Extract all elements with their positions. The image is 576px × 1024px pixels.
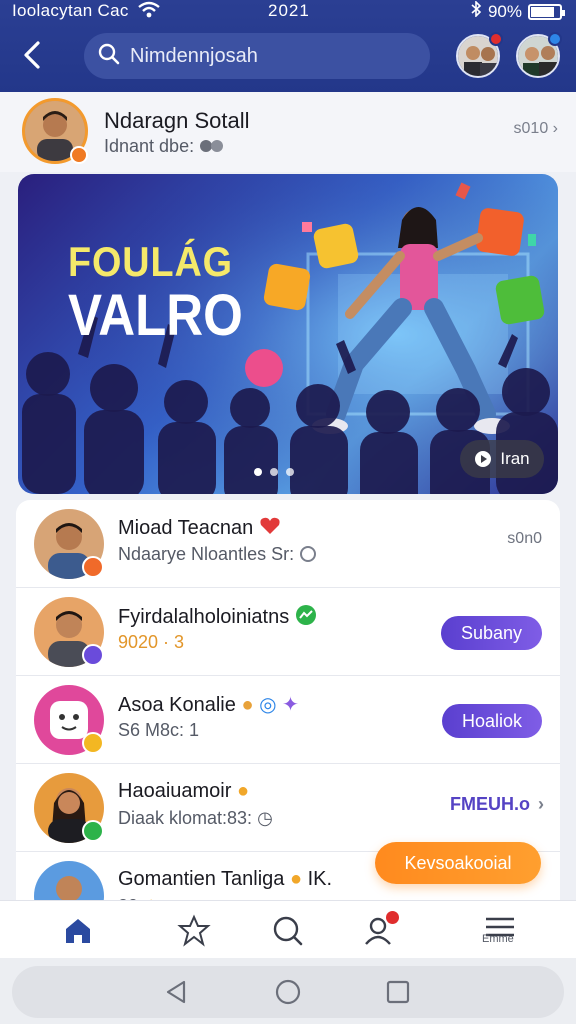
chevron-right-icon: ›	[552, 120, 558, 137]
clock-icon: ◷	[257, 808, 273, 828]
bluetooth-icon	[470, 0, 482, 22]
tab-home[interactable]	[58, 911, 98, 951]
battery-icon	[528, 3, 565, 20]
list-item-name: Asoa Konalie ● ◎ ✦	[118, 694, 299, 716]
list-item-link[interactable]: FMEUH.o ›	[450, 794, 544, 815]
list-item-subtitle: Diaak klomat:83: ◷	[118, 808, 273, 828]
tab-profile[interactable]	[358, 911, 399, 951]
battery-percent: 90%	[487, 1, 522, 21]
notification-badge	[489, 32, 503, 46]
list-item-name: Haoaiuamoir ●	[118, 780, 250, 802]
refresh-icon: ◎	[259, 694, 277, 716]
heart-icon	[260, 517, 280, 534]
notification-badge	[386, 911, 399, 924]
list-item-subtitle: 9020 · 3	[118, 632, 185, 652]
list-item[interactable]: Haoaiuamoir ● Diaak klomat:83: ◷ FMEUH.o…	[16, 764, 560, 852]
floating-action-button[interactable]: Kevsoakooial	[375, 842, 541, 884]
triangle-back-icon	[166, 980, 186, 1004]
follow-button[interactable]: Hoaliok	[441, 704, 542, 738]
subscribe-button[interactable]: Subany	[440, 616, 542, 650]
chevron-right-icon: ›	[538, 794, 544, 814]
emoji-icon: ●	[236, 780, 250, 802]
carousel-dots[interactable]	[254, 468, 294, 476]
profile-name: Ndaragn Sotall	[104, 108, 250, 133]
carrier-label: Ioolacytan Cac	[12, 1, 129, 20]
search-icon	[98, 43, 120, 70]
group-icon	[200, 140, 224, 152]
carousel-dot[interactable]	[270, 468, 278, 476]
online-badge	[548, 32, 562, 46]
play-button-label: Iran	[500, 449, 530, 468]
tab-menu-label: Emme	[482, 933, 514, 945]
status-bar: Ioolacytan Cac 2021 90%	[0, 0, 576, 24]
profile-meta[interactable]: s010 ›	[514, 120, 558, 138]
star-burst-icon	[177, 914, 211, 947]
status-badge	[82, 820, 104, 842]
clock: 2021	[268, 1, 310, 20]
trending-icon	[295, 605, 316, 625]
play-button[interactable]: Iran	[460, 440, 544, 478]
bottom-tab-bar: Emme	[0, 900, 576, 958]
search-input[interactable]	[130, 44, 410, 68]
sparkle-icon: ✦	[282, 694, 299, 716]
list-item-subtitle: S6 M8c: 1	[118, 720, 200, 740]
tab-explore[interactable]	[174, 911, 214, 951]
avatar[interactable]	[34, 861, 104, 900]
system-recents-button[interactable]	[384, 978, 412, 1006]
chat-icon	[300, 546, 317, 562]
carousel-dot[interactable]	[254, 468, 262, 476]
circle-home-icon	[275, 979, 301, 1005]
carousel-dot[interactable]	[286, 468, 294, 476]
wifi-icon	[138, 1, 160, 24]
back-button[interactable]	[18, 38, 48, 72]
search-icon	[273, 916, 303, 946]
profile-status-badge	[70, 146, 88, 164]
tab-search[interactable]	[268, 911, 308, 951]
list-item-name: Gomantien Tanliga ● IK.	[118, 868, 333, 890]
list-item-meta: s0n0	[507, 530, 542, 547]
play-icon	[475, 451, 492, 467]
system-home-button[interactable]	[274, 978, 302, 1006]
list-item[interactable]: Asoa Konalie ● ◎ ✦ S6 M8c: 1 Hoaliok	[16, 676, 560, 764]
list-item-name: Mioad Teacnan	[118, 516, 281, 540]
contact-list: Mioad Teacnan Ndaarye Nloantles Sr: s0n0…	[16, 500, 560, 900]
featured-banner[interactable]: FOULÁG VALRO Iran	[18, 174, 558, 494]
banner-headline-2: VALRO	[68, 283, 243, 348]
system-navigation-bar	[0, 958, 576, 1024]
banner-headline-1: FOULÁG	[68, 238, 233, 285]
status-badge	[82, 556, 104, 578]
top-bar: Ioolacytan Cac 2021 90%	[0, 0, 576, 92]
profile-subtitle: Idnant dbe:	[104, 136, 225, 157]
list-item[interactable]: Mioad Teacnan Ndaarye Nloantles Sr: s0n0	[16, 500, 560, 588]
list-item-subtitle: Ndaarye Nloantles Sr:	[118, 544, 317, 565]
status-badge	[82, 644, 104, 666]
home-icon	[66, 919, 90, 943]
system-back-button[interactable]	[162, 978, 190, 1006]
sunglasses-emoji-icon: ●	[289, 868, 303, 890]
status-badge	[82, 732, 104, 754]
square-recents-icon	[386, 980, 410, 1004]
emoji-icon: ●	[241, 694, 254, 716]
list-item-name: Fyirdalalholoiniatns	[118, 604, 317, 629]
search-bar[interactable]	[84, 33, 430, 79]
profile-row[interactable]: Ndaragn Sotall Idnant dbe: s010 ›	[0, 92, 576, 172]
list-item[interactable]: Fyirdalalholoiniatns 9020 · 3 Subany	[16, 588, 560, 676]
